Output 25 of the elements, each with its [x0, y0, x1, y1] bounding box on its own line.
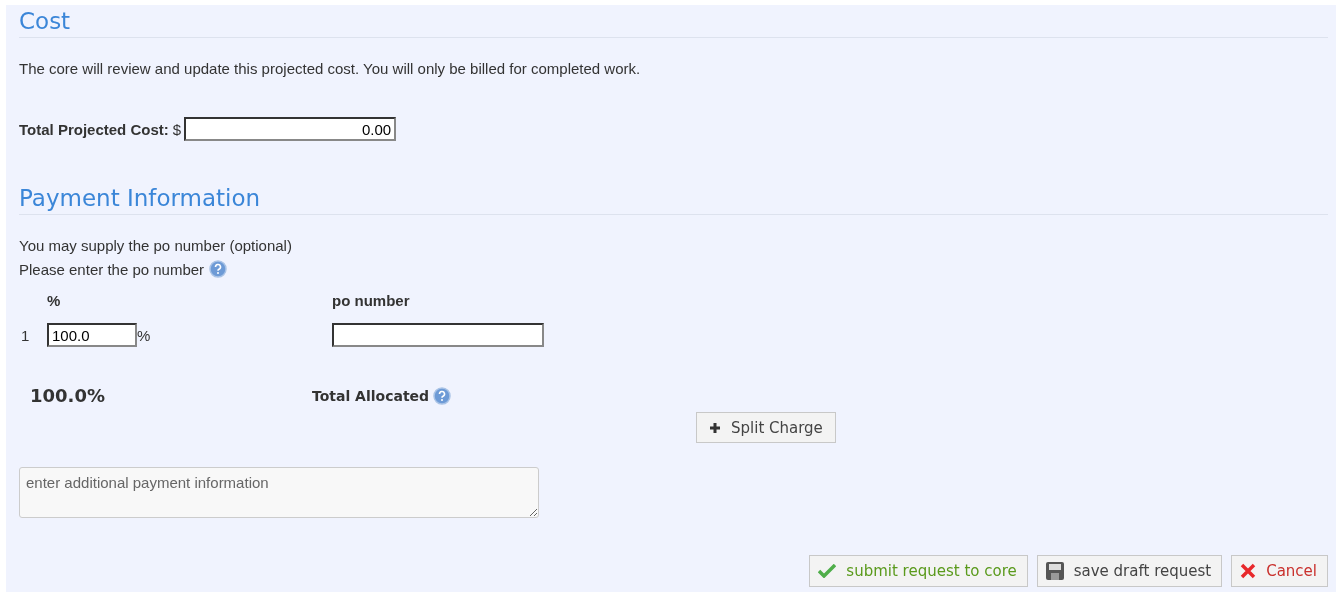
section-heading: Payment Information — [19, 184, 1328, 215]
section-heading: Cost — [19, 7, 1328, 38]
plus-icon — [709, 421, 721, 434]
field-label: Total Projected Cost: — [19, 120, 169, 138]
close-icon — [1240, 563, 1257, 579]
split-charge-button[interactable]: Split Charge — [696, 412, 836, 443]
info-text: The core will review and update this projected cost. You will only be billed for completed work. — [19, 60, 642, 77]
column-header: po number — [332, 292, 411, 309]
payment-notes-field[interactable]: enter additional payment information — [19, 467, 539, 518]
info-text: Please enter the po number — [19, 260, 205, 278]
po-number-input[interactable] — [332, 323, 544, 347]
total-percent: 100.0% — [30, 385, 106, 406]
row-number: 1 — [20, 326, 31, 344]
help-icon[interactable] — [433, 386, 452, 405]
save-draft-button[interactable]: save draft request — [1036, 555, 1223, 587]
column-header: % — [47, 292, 62, 309]
checkmark-icon — [818, 564, 837, 578]
help-icon[interactable] — [209, 260, 228, 278]
total-label: Total Allocated — [312, 387, 430, 404]
cost-input[interactable]: 0.00 — [184, 117, 397, 141]
info-text: You may supply the po number (optional) — [19, 237, 292, 254]
percent-input[interactable]: 100.0 — [47, 323, 137, 347]
currency-symbol: $ — [172, 120, 182, 138]
unit-label: % — [137, 326, 151, 344]
cancel-button[interactable]: Cancel — [1231, 555, 1328, 587]
